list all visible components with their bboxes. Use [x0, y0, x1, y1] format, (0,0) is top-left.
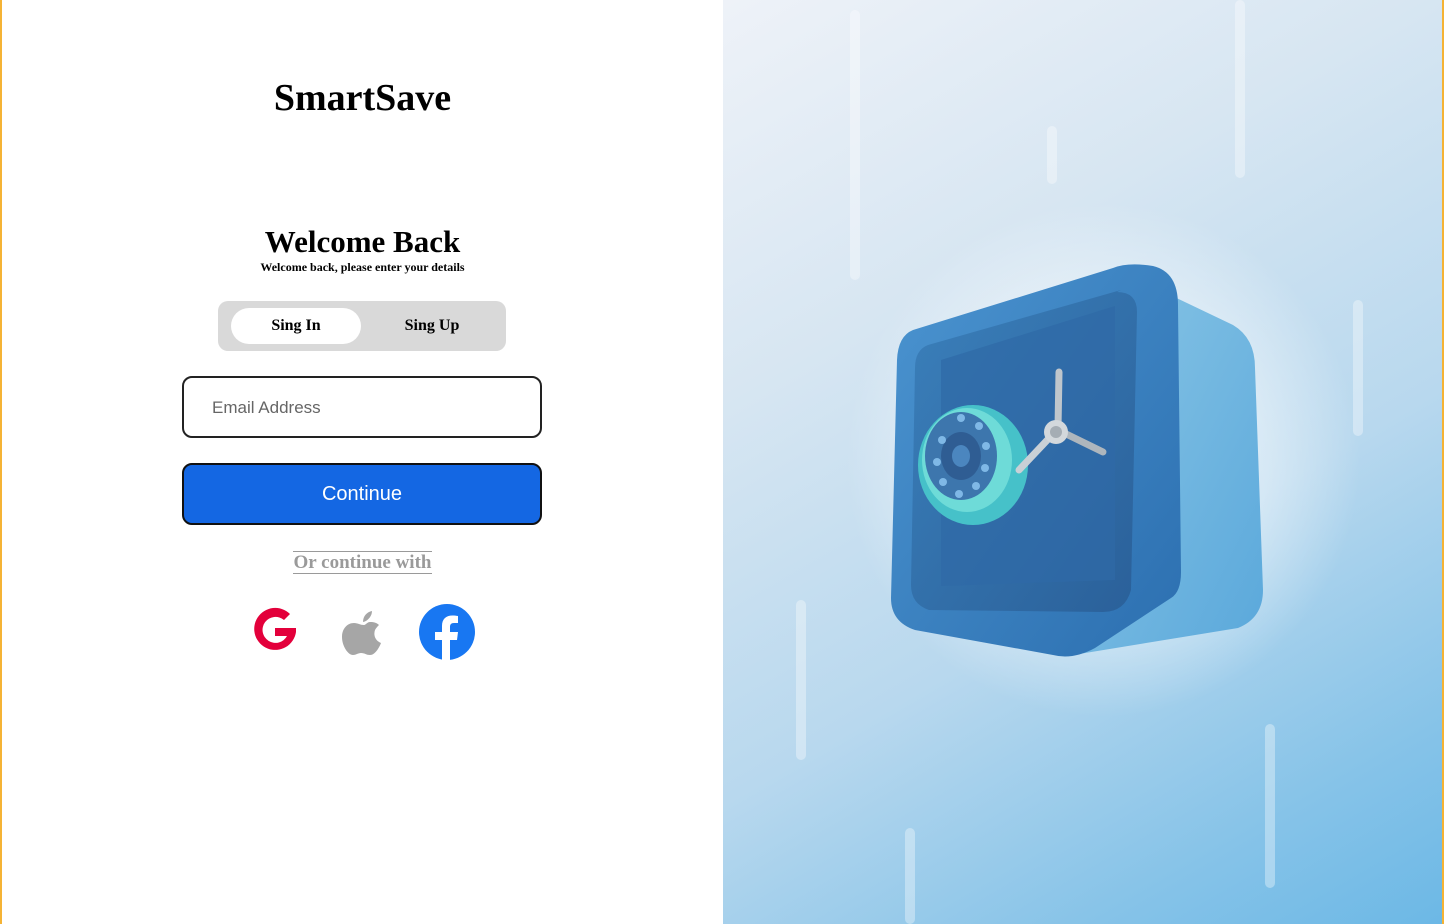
login-panel: SmartSave Welcome Back Welcome back, ple… [2, 0, 723, 924]
sign-in-tab[interactable]: Sing In [231, 308, 361, 344]
social-divider-text: Or continue with [292, 551, 433, 574]
welcome-subheading: Welcome back, please enter your details [260, 260, 465, 274]
sign-up-tab[interactable]: Sing Up [367, 308, 497, 344]
continue-button[interactable]: Continue [182, 463, 542, 525]
facebook-icon[interactable] [418, 603, 476, 661]
apple-icon[interactable] [335, 603, 393, 661]
safe-illustration [891, 264, 1263, 657]
social-divider: Or continue with [2, 551, 723, 574]
email-field [182, 376, 542, 438]
brand-title: SmartSave [273, 77, 452, 119]
google-icon[interactable] [246, 603, 304, 661]
auth-mode-toggle: Sing In Sing Up [218, 301, 506, 351]
hero-illustration-panel [723, 0, 1442, 924]
welcome-heading: Welcome Back [264, 224, 461, 259]
email-input[interactable] [210, 378, 534, 438]
